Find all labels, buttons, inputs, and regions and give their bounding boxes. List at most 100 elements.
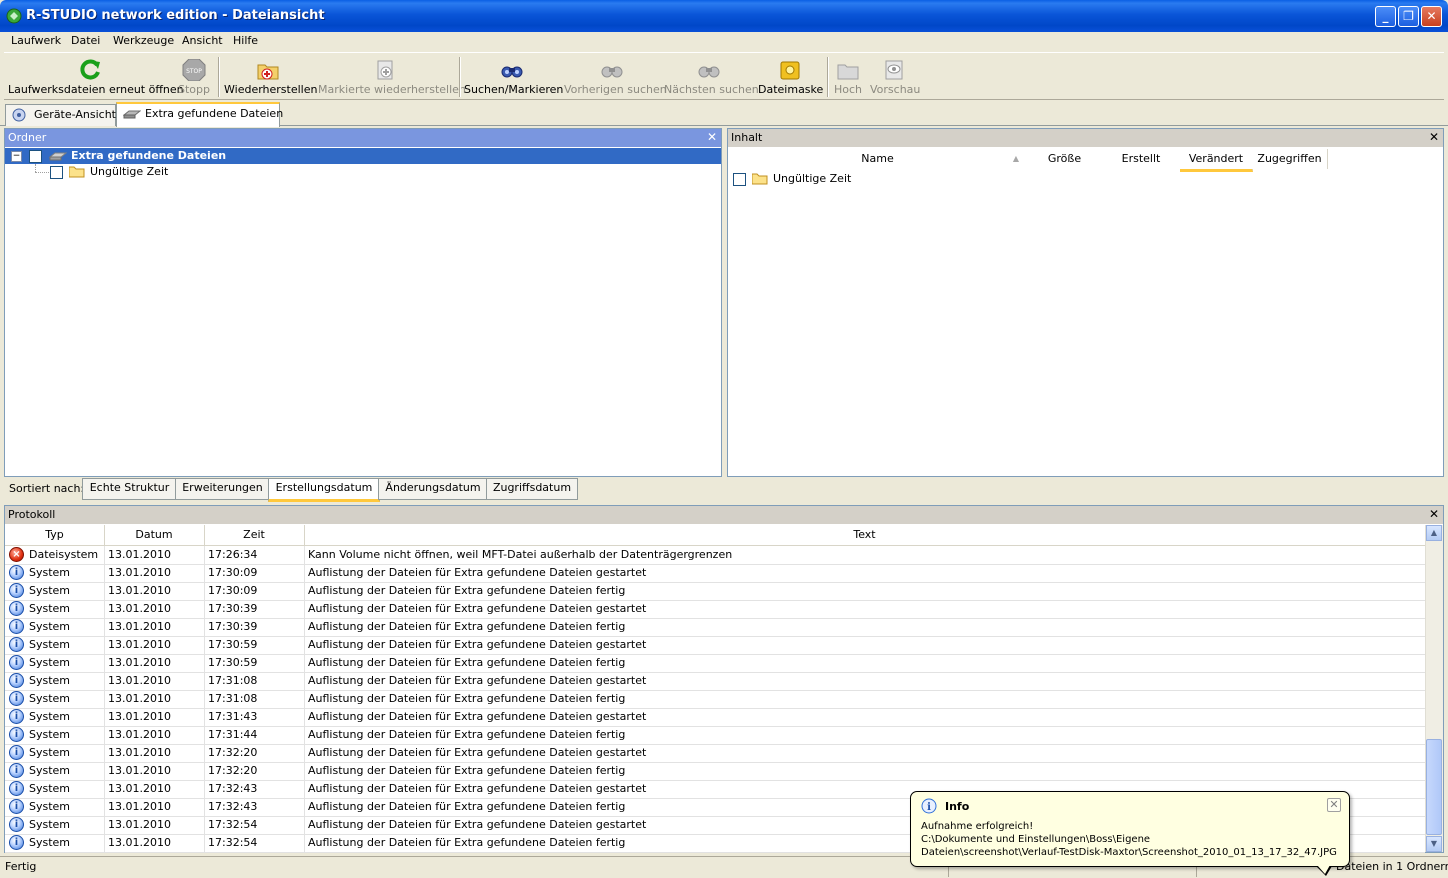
folder-panel-header: Ordner ✕ [5, 129, 721, 147]
find-next-button[interactable]: Nächsten suchen [664, 53, 759, 99]
log-cell-text: Auflistung der Dateien für Extra gefunde… [308, 566, 647, 579]
device-view-icon [12, 108, 30, 122]
content-panel-close-icon[interactable]: ✕ [1429, 129, 1439, 146]
log-column-text[interactable]: Text [304, 525, 1425, 545]
column-header-size[interactable]: Größe [1027, 149, 1103, 169]
log-cell-time: 17:26:34 [208, 548, 258, 561]
info-icon [9, 799, 24, 814]
sort-real-structure-tab[interactable]: Echte Struktur [82, 478, 177, 500]
column-header-created[interactable]: Erstellt [1102, 149, 1181, 169]
log-row[interactable]: System 13.01.2010 17:30:39 Auflistung der D… [5, 600, 1425, 619]
content-item-invalid-time[interactable]: Ungültige Zeit [728, 171, 1028, 187]
log-row[interactable]: System 13.01.2010 17:30:59 Auflistung der D… [5, 654, 1425, 673]
tree-root-checkbox[interactable] [29, 150, 42, 163]
menu-werkzeuge[interactable]: Werkzeuge [113, 34, 174, 47]
log-row[interactable]: System 13.01.2010 17:31:08 Auflistung der D… [5, 672, 1425, 691]
log-cell-text: Auflistung der Dateien für Extra gefunde… [308, 710, 647, 723]
log-cell-date: 13.01.2010 [108, 800, 171, 813]
info-icon [9, 817, 24, 832]
log-cell-time: 17:30:39 [208, 620, 258, 633]
tree-item-invalid-time[interactable]: Ungültige Zeit [5, 164, 405, 180]
sort-creation-date-tab[interactable]: Erstellungsdatum [268, 478, 380, 502]
column-header-name[interactable]: Name ▲ [728, 149, 1028, 169]
info-icon: i [921, 798, 937, 814]
log-row[interactable]: System 13.01.2010 17:31:43 Auflistung der D… [5, 708, 1425, 727]
tree-item-extra-found-files[interactable]: − Extra gefundene Dateien [5, 148, 721, 164]
sort-extensions-tab[interactable]: Erweiterungen [175, 478, 270, 500]
title-bar[interactable]: R-STUDIO network edition - Dateiansicht … [0, 0, 1448, 32]
info-balloon[interactable]: i Info ✕ Aufnahme erfolgreich! C:\Dokume… [910, 791, 1350, 867]
status-text: Fertig [5, 860, 37, 873]
info-icon [9, 619, 24, 634]
scroll-thumb[interactable] [1426, 739, 1442, 835]
info-icon [9, 565, 24, 580]
minimize-button[interactable]: _ [1375, 6, 1396, 27]
log-cell-text: Auflistung der Dateien für Extra gefunde… [308, 674, 647, 687]
log-column-type[interactable]: Typ [5, 525, 105, 545]
log-cell-text: Auflistung der Dateien für Extra gefunde… [308, 836, 626, 849]
tree-collapse-icon[interactable]: − [11, 151, 22, 162]
log-row[interactable]: System 13.01.2010 17:30:09 Auflistung der D… [5, 582, 1425, 601]
log-column-headers: Typ Datum Zeit Text [5, 525, 1425, 546]
tab-device-view[interactable]: Geräte-Ansicht [5, 104, 116, 126]
maximize-button[interactable]: ❐ [1398, 6, 1419, 27]
drive-icon [122, 107, 142, 121]
folder-panel-close-icon[interactable]: ✕ [707, 129, 717, 146]
recover-button[interactable]: Wiederherstellen [224, 53, 317, 99]
log-cell-date: 13.01.2010 [108, 728, 171, 741]
balloon-close-icon[interactable]: ✕ [1327, 798, 1341, 812]
log-cell-type: System [29, 782, 71, 795]
sort-access-date-tab[interactable]: Zugriffsdatum [486, 478, 578, 500]
menu-datei[interactable]: Datei [71, 34, 100, 47]
file-mask-button[interactable]: Dateimaske [758, 53, 823, 99]
log-cell-time: 17:30:09 [208, 566, 258, 579]
log-row[interactable]: System 13.01.2010 17:30:09 Auflistung der D… [5, 564, 1425, 583]
menu-ansicht[interactable]: Ansicht [182, 34, 223, 47]
log-row[interactable]: System 13.01.2010 17:31:44 Auflistung der D… [5, 726, 1425, 745]
tree-child-checkbox[interactable] [50, 166, 63, 179]
info-icon [9, 673, 24, 688]
info-icon [9, 781, 24, 796]
search-mark-button[interactable]: Suchen/Markieren [464, 53, 563, 99]
log-row[interactable]: System 13.01.2010 17:31:08 Auflistung der D… [5, 690, 1425, 709]
log-row[interactable]: System 13.01.2010 17:32:20 Auflistung der D… [5, 762, 1425, 781]
log-panel-close-icon[interactable]: ✕ [1429, 506, 1439, 523]
log-cell-text: Auflistung der Dateien für Extra gefunde… [308, 782, 647, 795]
log-row[interactable]: System 13.01.2010 17:32:20 Auflistung der D… [5, 744, 1425, 763]
window-title: R-STUDIO network edition - Dateiansicht [26, 8, 325, 23]
log-cell-type: System [29, 710, 71, 723]
preview-icon [882, 59, 906, 81]
recover-marked-button[interactable]: Markierte wiederherstellen [318, 53, 466, 99]
log-row[interactable]: System 13.01.2010 17:30:39 Auflistung der D… [5, 618, 1425, 637]
log-column-date[interactable]: Datum [104, 525, 205, 545]
log-cell-date: 13.01.2010 [108, 746, 171, 759]
menu-laufwerk[interactable]: Laufwerk [11, 34, 61, 47]
stop-button[interactable]: STOP Stopp [176, 53, 212, 99]
tab-extra-found-files[interactable]: Extra gefundene Dateien [116, 102, 283, 127]
up-button[interactable]: Hoch [832, 53, 864, 99]
reopen-drive-files-button[interactable]: Laufwerksdateien erneut öffnen [8, 53, 184, 99]
info-icon [9, 835, 24, 850]
log-row[interactable]: System 13.01.2010 17:30:59 Auflistung der D… [5, 636, 1425, 655]
log-cell-time: 17:30:09 [208, 584, 258, 597]
info-icon [9, 601, 24, 616]
column-header-modified[interactable]: Verändert [1180, 149, 1253, 172]
info-icon [9, 745, 24, 760]
log-column-time[interactable]: Zeit [204, 525, 305, 545]
scroll-down-icon[interactable]: ▼ [1426, 836, 1442, 852]
sort-modification-date-tab[interactable]: Änderungsdatum [378, 478, 488, 500]
close-button[interactable]: ✕ [1421, 6, 1442, 27]
folder-icon [751, 173, 768, 185]
log-cell-type: System [29, 620, 71, 633]
menu-hilfe[interactable]: Hilfe [233, 34, 258, 47]
scroll-up-icon[interactable]: ▲ [1426, 525, 1442, 541]
refresh-icon [79, 59, 103, 81]
log-row[interactable]: Dateisystem 13.01.2010 17:26:34 Kann Volume… [5, 546, 1425, 565]
find-previous-button[interactable]: Vorherigen suchen [564, 53, 667, 99]
content-item-checkbox[interactable] [733, 173, 746, 186]
balloon-path-1: C:\Dokumente und Einstellungen\Boss\Eige… [921, 834, 1151, 845]
log-scrollbar[interactable]: ▲ ▼ [1425, 525, 1443, 852]
column-header-accessed[interactable]: Zugegriffen [1252, 149, 1328, 169]
preview-button[interactable]: Vorschau [870, 53, 920, 99]
log-cell-time: 17:30:59 [208, 656, 258, 669]
